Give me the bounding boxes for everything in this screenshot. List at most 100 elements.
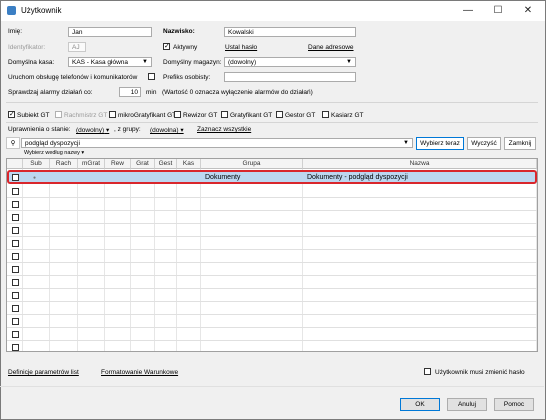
table-row[interactable] (7, 212, 537, 224)
prefiks-input[interactable] (224, 72, 356, 82)
search-combo[interactable]: podgląd dyspozycji ▼ (21, 138, 413, 148)
row-checkbox[interactable] (12, 318, 19, 325)
anuluj-button[interactable]: Anuluj (447, 398, 487, 411)
stan-dropdown[interactable]: (dowolny) ▾ (76, 126, 109, 134)
table-row[interactable] (7, 264, 537, 276)
module-checkbox[interactable] (276, 111, 283, 118)
table-row[interactable] (7, 238, 537, 250)
wyczysc-button[interactable]: Wyczyść (467, 137, 501, 150)
column-header[interactable]: Rach (50, 159, 78, 169)
domyslny-magazyn-label: Domyślny magazyn: (163, 59, 222, 66)
table-row[interactable]: ● Dokumenty Dokumenty - podgląd dyspozycji (7, 170, 537, 184)
module-checkbox[interactable] (109, 111, 116, 118)
ustal-haslo-link[interactable]: Ustal hasło (225, 44, 257, 51)
sprawdzaj-note: (Wartość 0 oznacza wyłączenie alarmów do… (162, 89, 313, 96)
pomoc-button[interactable]: Pomoc (494, 398, 534, 411)
grupy-dropdown[interactable]: (dowolna) ▾ (150, 126, 184, 134)
module-label: Rewizor GT (183, 112, 218, 119)
table-row[interactable] (7, 199, 537, 211)
domyslna-kasa-select[interactable]: KAS - Kasa główna ▼ (68, 57, 152, 67)
zamknij-button[interactable]: Zamknij (504, 137, 536, 150)
imie-label: Imię: (8, 28, 23, 35)
aktywny-checkbox[interactable]: ✓ (163, 43, 170, 50)
definicje-link[interactable]: Definicje parametrów list (8, 369, 79, 376)
column-header[interactable]: Sub (23, 159, 50, 169)
column-header[interactable]: Grat (131, 159, 155, 169)
table-row[interactable] (7, 225, 537, 237)
maximize-button[interactable]: ☐ (483, 1, 513, 21)
close-button[interactable]: ✕ (513, 1, 543, 21)
stan-value: (dowolny) (76, 127, 105, 134)
module-label: Subiekt GT (17, 112, 50, 119)
cell-nazwa: Dokumenty - podgląd dyspozycji (307, 174, 408, 181)
column-header[interactable]: Nazwa (303, 159, 537, 169)
grupy-value: (dowolna) (150, 127, 179, 134)
grupy-label: , z grupy: (114, 126, 141, 133)
minimize-button[interactable]: — (453, 1, 483, 21)
nazwisko-input[interactable]: Kowalski (224, 27, 356, 37)
table-row[interactable] (7, 251, 537, 263)
column-header[interactable]: Rew (105, 159, 131, 169)
cell-grupa: Dokumenty (205, 174, 241, 181)
module-checkbox[interactable] (221, 111, 228, 118)
row-checkbox[interactable] (12, 201, 19, 208)
nazwisko-label: Nazwisko: (163, 28, 195, 35)
column-header[interactable]: Grupa (201, 159, 303, 169)
ok-button[interactable]: OK (400, 398, 440, 411)
row-checkbox[interactable] (12, 240, 19, 247)
row-checkbox[interactable] (12, 331, 19, 338)
table-row[interactable] (7, 277, 537, 289)
imie-input[interactable]: Jan (68, 27, 152, 37)
module-checkbox[interactable]: ✓ (8, 111, 15, 118)
wybierz-teraz-button[interactable]: Wybierz teraz (416, 137, 464, 150)
row-checkbox[interactable] (12, 266, 19, 273)
module-checkbox[interactable] (322, 111, 329, 118)
module-checkbox[interactable] (174, 111, 181, 118)
chevron-down-icon: ▼ (403, 140, 409, 146)
min-label: min (146, 89, 157, 96)
domyslna-kasa-value: KAS - Kasa główna (72, 59, 129, 66)
row-checkbox[interactable] (12, 214, 19, 221)
row-checkbox[interactable] (12, 188, 19, 195)
module-checkbox (55, 111, 62, 118)
musi-zmienic-checkbox[interactable] (424, 368, 431, 375)
column-header[interactable]: Gest (155, 159, 177, 169)
chevron-down-icon: ▼ (142, 59, 148, 65)
domyslny-magazyn-select[interactable]: (dowolny) ▼ (224, 57, 356, 67)
prefiks-label: Prefiks osobisty: (163, 74, 211, 81)
column-header[interactable]: Kas (177, 159, 201, 169)
module-label: Gestor GT (285, 112, 316, 119)
formatowanie-link[interactable]: Formatowanie Warunkowe (101, 369, 178, 376)
table-row[interactable] (7, 186, 537, 198)
row-checkbox[interactable] (12, 305, 19, 312)
table-row[interactable] (7, 342, 537, 351)
app-icon (7, 6, 16, 15)
row-checkbox[interactable] (12, 253, 19, 260)
search-value: podgląd dyspozycji (25, 140, 80, 147)
module-label: Rachmistrz GT (64, 112, 108, 119)
chevron-down-icon: ▼ (346, 59, 352, 65)
wybierz-wedlug-dropdown[interactable]: Wybierz według nazwy ▾ (24, 150, 84, 156)
sprawdzaj-input[interactable]: 10 (119, 87, 141, 97)
row-checkbox[interactable] (12, 174, 19, 181)
uruchom-checkbox[interactable] (148, 73, 155, 80)
row-checkbox[interactable] (12, 227, 19, 234)
table-row[interactable] (7, 329, 537, 341)
separator (0, 386, 544, 387)
identyfikator-label: Identyfikator: (8, 44, 46, 51)
dane-adresowe-link[interactable]: Dane adresowe (308, 44, 354, 51)
table-row[interactable] (7, 303, 537, 315)
module-label: Kasiarz GT (331, 112, 364, 119)
zaznacz-wszystkie-link[interactable]: Zaznacz wszystkie (197, 126, 251, 133)
sub-dot: ● (33, 175, 37, 181)
window-title: Użytkownik (21, 6, 62, 15)
row-checkbox[interactable] (12, 292, 19, 299)
row-checkbox[interactable] (12, 279, 19, 286)
row-checkbox[interactable] (12, 344, 19, 351)
uprawnienia-stan-label: Uprawnienia o stanie: (8, 126, 71, 133)
table-row[interactable] (7, 290, 537, 302)
module-label: Gratyfikant GT (230, 112, 273, 119)
table-row[interactable] (7, 316, 537, 328)
filter-icon[interactable]: ⚲ (6, 137, 20, 149)
column-header[interactable]: mGrat (78, 159, 105, 169)
